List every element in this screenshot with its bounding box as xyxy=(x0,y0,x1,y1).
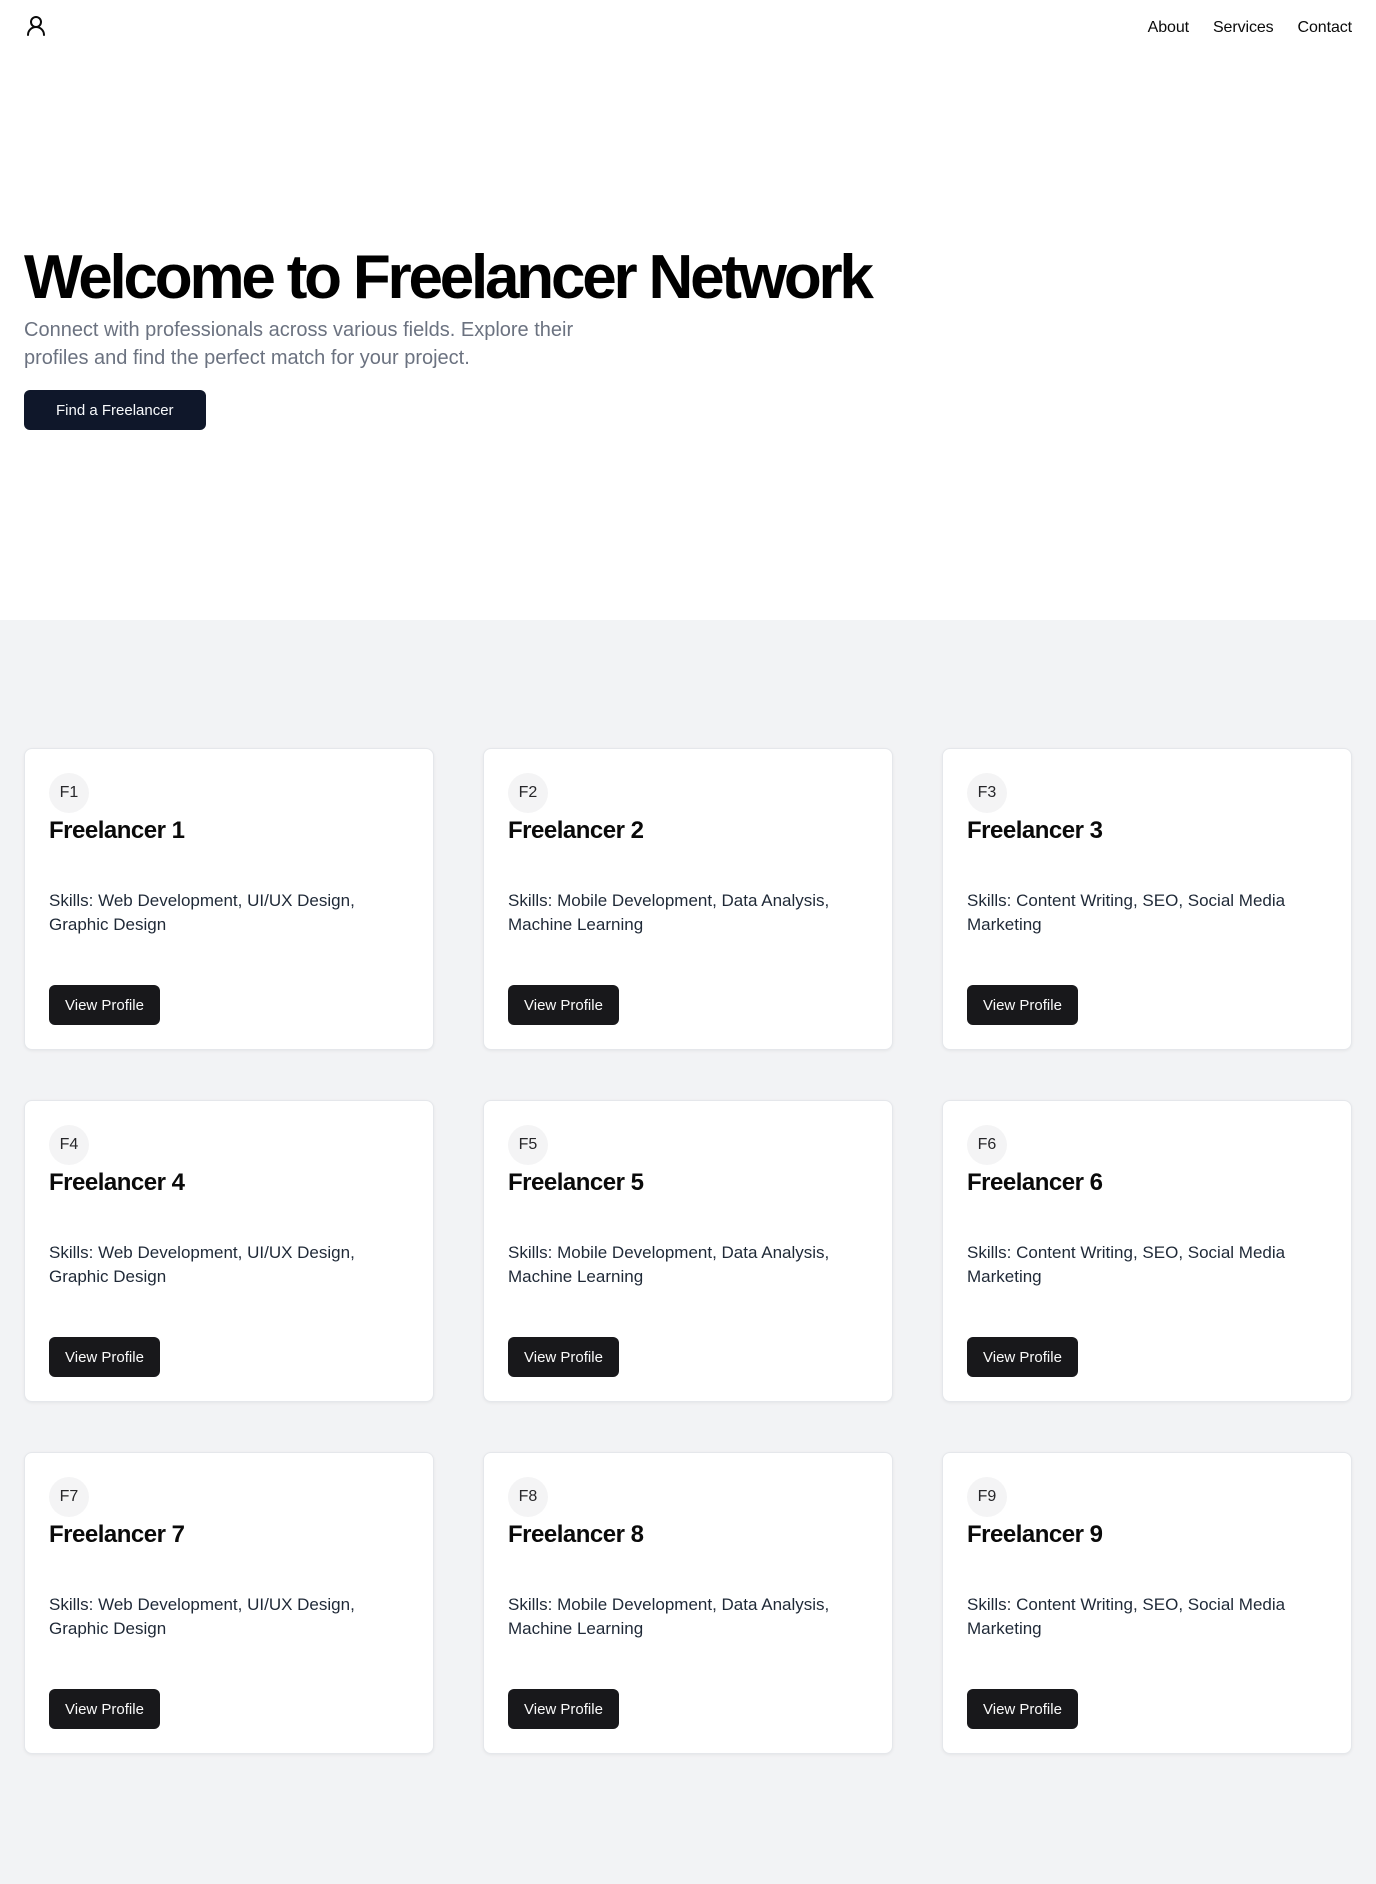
hero-section: Welcome to Freelancer Network Connect wi… xyxy=(0,56,1376,620)
freelancer-skills: Skills: Web Development, UI/UX Design, G… xyxy=(49,891,355,934)
freelancer-skills: Skills: Mobile Development, Data Analysi… xyxy=(508,1595,830,1638)
view-profile-button[interactable]: View Profile xyxy=(508,985,619,1025)
freelancer-name: Freelancer 5 xyxy=(508,1169,644,1196)
nav-link-services[interactable]: Services xyxy=(1213,19,1274,37)
avatar: F8 xyxy=(508,1477,548,1517)
view-profile-button[interactable]: View Profile xyxy=(967,1689,1078,1729)
nav-link-about[interactable]: About xyxy=(1148,19,1189,37)
freelancer-card: F6 Freelancer 6 Skills: Content Writing,… xyxy=(942,1100,1352,1402)
find-freelancer-button[interactable]: Find a Freelancer xyxy=(24,390,206,430)
avatar: F1 xyxy=(49,773,89,813)
freelancer-skills: Skills: Content Writing, SEO, Social Med… xyxy=(967,1243,1286,1286)
freelancer-card: F2 Freelancer 2 Skills: Mobile Developme… xyxy=(483,748,893,1050)
avatar: F4 xyxy=(49,1125,89,1165)
freelancer-name: Freelancer 2 xyxy=(508,817,644,844)
freelancer-name: Freelancer 3 xyxy=(967,817,1103,844)
avatar: F3 xyxy=(967,773,1007,813)
view-profile-button[interactable]: View Profile xyxy=(49,1337,160,1377)
freelancer-card: F5 Freelancer 5 Skills: Mobile Developme… xyxy=(483,1100,893,1402)
freelancer-name: Freelancer 8 xyxy=(508,1521,644,1548)
freelancer-name: Freelancer 1 xyxy=(49,817,185,844)
freelancer-skills: Skills: Content Writing, SEO, Social Med… xyxy=(967,891,1286,934)
view-profile-button[interactable]: View Profile xyxy=(49,1689,160,1729)
freelancer-skills: Skills: Mobile Development, Data Analysi… xyxy=(508,891,830,934)
freelancer-card: F7 Freelancer 7 Skills: Web Development,… xyxy=(24,1452,434,1754)
freelancer-skills: Skills: Web Development, UI/UX Design, G… xyxy=(49,1595,355,1638)
freelancer-card: F4 Freelancer 4 Skills: Web Development,… xyxy=(24,1100,434,1402)
user-icon xyxy=(24,14,48,43)
avatar: F6 xyxy=(967,1125,1007,1165)
top-navbar: About Services Contact xyxy=(0,0,1376,56)
freelancer-skills: Skills: Web Development, UI/UX Design, G… xyxy=(49,1243,355,1286)
hero-content: Welcome to Freelancer Network Connect wi… xyxy=(24,246,944,430)
freelancer-grid: F1 Freelancer 1 Skills: Web Development,… xyxy=(24,748,1352,1754)
freelancer-name: Freelancer 9 xyxy=(967,1521,1103,1548)
view-profile-button[interactable]: View Profile xyxy=(508,1689,619,1729)
freelancer-name: Freelancer 6 xyxy=(967,1169,1103,1196)
main-nav: About Services Contact xyxy=(1148,19,1352,37)
avatar: F2 xyxy=(508,773,548,813)
view-profile-button[interactable]: View Profile xyxy=(967,1337,1078,1377)
freelancer-card: F9 Freelancer 9 Skills: Content Writing,… xyxy=(942,1452,1352,1754)
home-logo-link[interactable] xyxy=(24,14,48,43)
freelancer-skills: Skills: Mobile Development, Data Analysi… xyxy=(508,1243,830,1286)
freelancer-listing-section: F1 Freelancer 1 Skills: Web Development,… xyxy=(0,620,1376,1884)
avatar: F7 xyxy=(49,1477,89,1517)
freelancer-card: F3 Freelancer 3 Skills: Content Writing,… xyxy=(942,748,1352,1050)
view-profile-button[interactable]: View Profile xyxy=(508,1337,619,1377)
view-profile-button[interactable]: View Profile xyxy=(49,985,160,1025)
freelancer-skills: Skills: Content Writing, SEO, Social Med… xyxy=(967,1595,1286,1638)
hero-subtitle: Connect with professionals across variou… xyxy=(24,319,574,369)
freelancer-name: Freelancer 7 xyxy=(49,1521,185,1548)
avatar: F9 xyxy=(967,1477,1007,1517)
hero-title: Welcome to Freelancer Network xyxy=(24,243,874,312)
nav-link-contact[interactable]: Contact xyxy=(1298,19,1353,37)
avatar: F5 xyxy=(508,1125,548,1165)
freelancer-card: F8 Freelancer 8 Skills: Mobile Developme… xyxy=(483,1452,893,1754)
freelancer-name: Freelancer 4 xyxy=(49,1169,185,1196)
view-profile-button[interactable]: View Profile xyxy=(967,985,1078,1025)
freelancer-card: F1 Freelancer 1 Skills: Web Development,… xyxy=(24,748,434,1050)
